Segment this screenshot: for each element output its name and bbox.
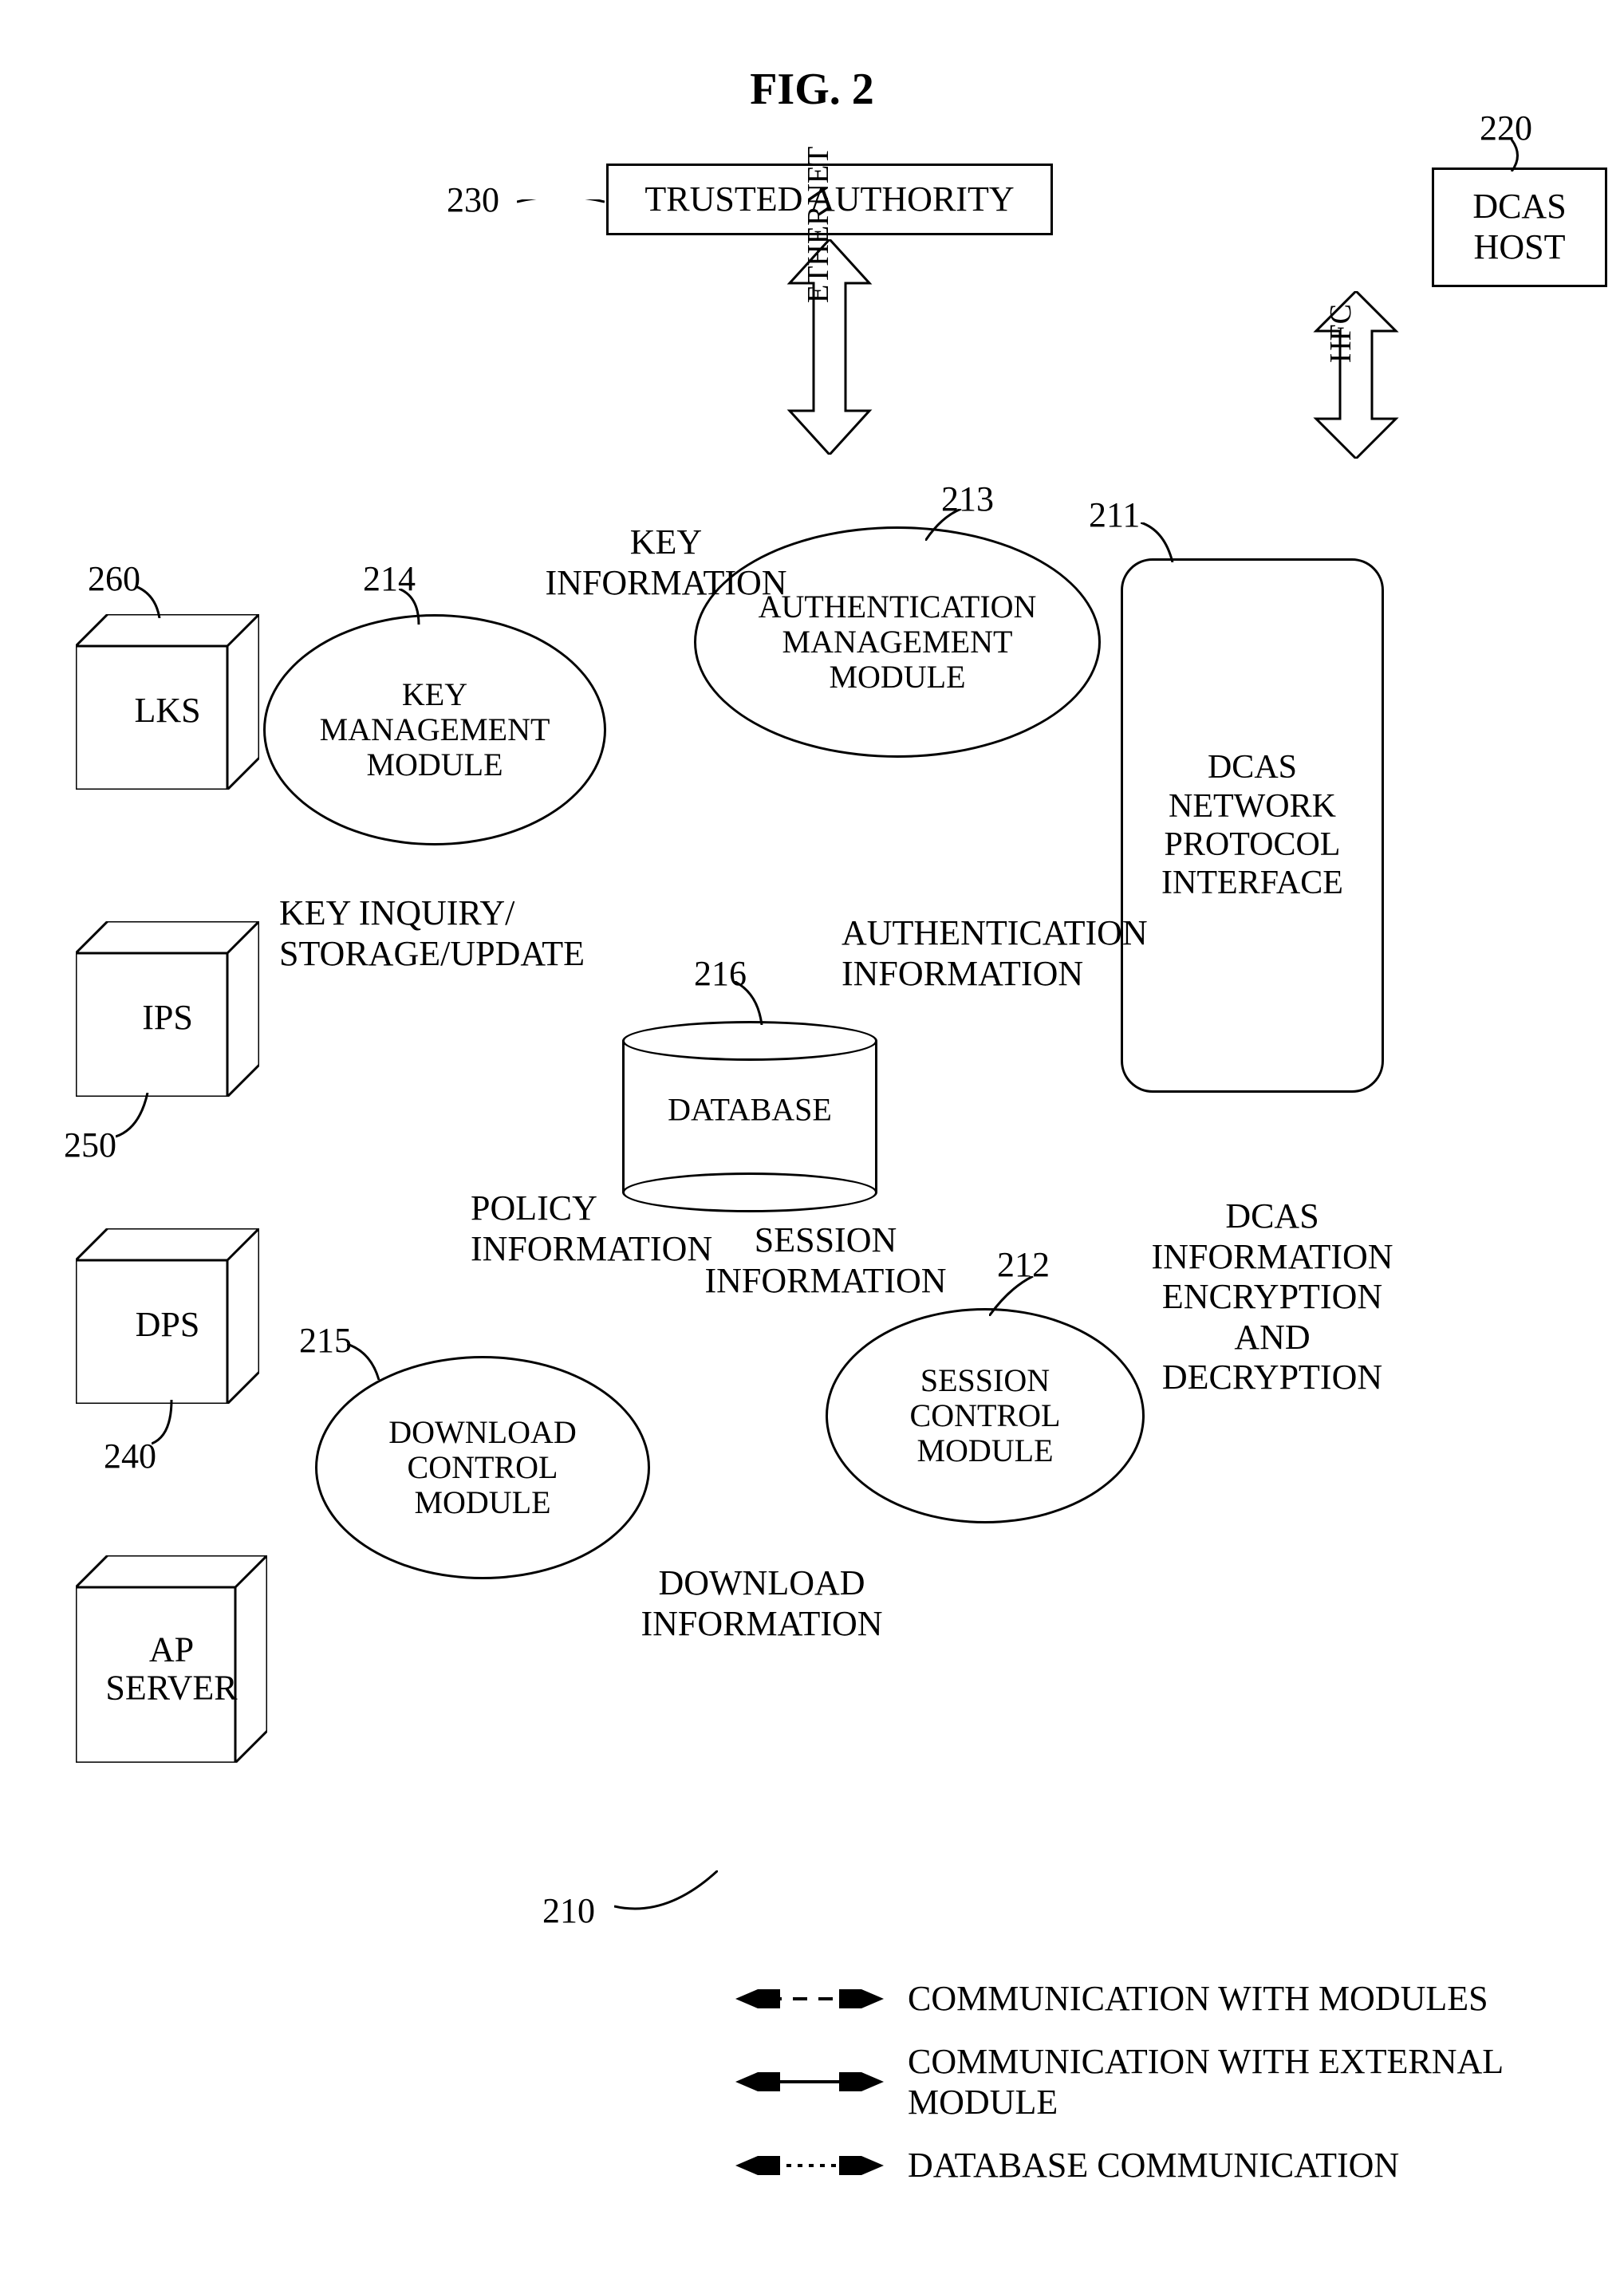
leader-250 <box>116 1093 156 1141</box>
leader-212 <box>989 1276 1037 1316</box>
auth-info-label: AUTHENTICATION INFORMATION <box>842 913 1153 994</box>
leader-210 <box>614 1870 718 1918</box>
ips-cube: IPS <box>76 921 259 1097</box>
figure-title: FIG. 2 <box>750 64 874 115</box>
leader-216 <box>734 981 774 1025</box>
session-ctrl-label: SESSION CONTROL MODULE <box>910 1363 1061 1468</box>
ethernet-label: ETHERNET <box>802 147 837 303</box>
dcas-host-label: DCAS HOST <box>1472 187 1566 267</box>
leader-230 <box>517 199 605 204</box>
dps-label: DPS <box>136 1306 200 1344</box>
ref-211: 211 <box>1089 495 1140 535</box>
ap-server-label: AP SERVER <box>105 1631 237 1708</box>
dcas-npi-box: DCAS NETWORK PROTOCOL INTERFACE <box>1121 558 1384 1093</box>
legend-row-database: DATABASE COMMUNICATION <box>734 2145 1624 2185</box>
ref-230: 230 <box>447 179 499 220</box>
leader-220 <box>1500 140 1523 171</box>
ref-250: 250 <box>64 1125 116 1165</box>
legend-1-text: COMMUNICATION WITH MODULES <box>908 1978 1488 2019</box>
session-ctrl-ellipse: SESSION CONTROL MODULE <box>826 1308 1145 1523</box>
legend-row-modules: COMMUNICATION WITH MODULES <box>734 1978 1624 2019</box>
key-mgmt-ellipse: KEY MANAGEMENT MODULE <box>263 614 606 845</box>
leader-260 <box>136 586 168 618</box>
key-mgmt-label: KEY MANAGEMENT MODULE <box>320 677 550 782</box>
diagram-canvas: FIG. 2 TRUSTED AUTHORITY 230 210 ETHERNE… <box>0 0 1624 2274</box>
session-info-label: SESSION INFORMATION <box>694 1220 957 1301</box>
leader-214 <box>399 589 431 625</box>
download-ctrl-label: DOWNLOAD CONTROL MODULE <box>388 1415 577 1520</box>
legend-row-external: COMMUNICATION WITH EXTERNAL MODULE <box>734 2041 1624 2122</box>
database-arrows <box>0 0 239 120</box>
lks-label: LKS <box>134 692 200 730</box>
ref-215: 215 <box>299 1320 352 1361</box>
ref-210: 210 <box>542 1890 595 1931</box>
leader-213 <box>925 509 965 541</box>
dcas-npi-label: DCAS NETWORK PROTOCOL INTERFACE <box>1161 748 1343 902</box>
dcas-enc-label: DCAS INFORMATION ENCRYPTION AND DECRYPTI… <box>1133 1196 1412 1398</box>
auth-mgmt-label: AUTHENTICATION MANAGEMENT MODULE <box>759 589 1037 695</box>
dps-cube: DPS <box>76 1228 259 1404</box>
leader-240 <box>152 1400 183 1448</box>
ref-240: 240 <box>104 1436 156 1476</box>
database-cylinder: DATABASE <box>622 1041 877 1192</box>
leader-215 <box>347 1344 387 1380</box>
leader-211 <box>1141 522 1181 562</box>
ref-260: 260 <box>88 558 140 599</box>
database-label: DATABASE <box>668 1090 832 1128</box>
lks-cube: LKS <box>76 614 259 790</box>
download-info-label: DOWNLOAD INFORMATION <box>614 1563 909 1644</box>
key-info-label: KEY INFORMATION <box>534 522 798 603</box>
legend-3-text: DATABASE COMMUNICATION <box>908 2145 1399 2185</box>
legend-2-text: COMMUNICATION WITH EXTERNAL MODULE <box>908 2041 1624 2122</box>
download-ctrl-ellipse: DOWNLOAD CONTROL MODULE <box>315 1356 650 1579</box>
dcas-host-box: DCAS HOST <box>1432 167 1607 287</box>
key-inquiry-label: KEY INQUIRY/ STORAGE/UPDATE <box>279 893 622 974</box>
legend: COMMUNICATION WITH MODULES COMMUNICATION… <box>734 1978 1624 2208</box>
ips-label: IPS <box>142 999 193 1037</box>
hfc-label: HFC <box>1324 304 1359 363</box>
ap-server-cube: AP SERVER <box>76 1555 267 1763</box>
